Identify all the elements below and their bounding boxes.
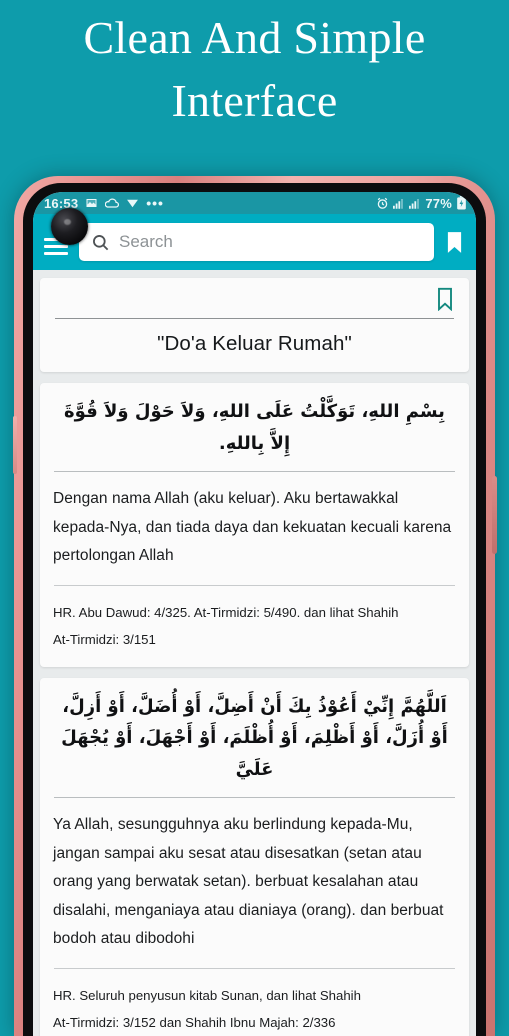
translation-text: Ya Allah, sesungguhnya aku berlindung ke… [53,816,444,948]
reference-line-2: At-Tirmidzi: 3/152 dan Shahih Ibnu Majah… [53,1014,336,1030]
app-bar: Search [33,208,476,270]
reference-line-2: At-Tirmidzi: 3/151 [53,631,156,647]
phone-screen: 16:53 ••• 77% Search "Do'a Keluar Rumah"… [33,192,476,1036]
status-bar: 16:53 ••• 77% [33,192,476,214]
doa-title-card: "Do'a Keluar Rumah" [40,278,469,372]
image-icon [85,197,98,209]
phone-bezel: 16:53 ••• 77% Search "Do'a Keluar Rumah"… [23,183,486,1036]
promo-headline-line-2: Interface [171,75,338,127]
arabic-text: بِسْمِ اللهِ، تَوَكَّلْتُ عَلَى اللهِ، و… [64,401,445,454]
front-camera-punch-hole [51,208,88,245]
search-input[interactable]: Search [79,223,434,261]
title-divider [55,318,454,319]
content-scroll-area[interactable]: "Do'a Keluar Rumah" بِسْمِ اللهِ، تَوَكَ… [33,270,476,1036]
overflow-dots-icon: ••• [146,195,164,211]
promo-headline: Clean And Simple Interface [0,6,509,133]
battery-percent-label: 77% [425,195,452,211]
alarm-icon [376,197,389,210]
reference-divider [54,967,455,969]
download-arrow-icon [126,198,139,209]
phone-device-mockup: 16:53 ••• 77% Search "Do'a Keluar Rumah"… [13,176,497,1036]
status-bar-right: 77% [376,196,467,211]
arabic-text: اَللَّهُمَّ إِنِّيْ أَعُوْذُ بِكَ أَنْ أ… [61,695,448,780]
reference-line-1: HR. Abu Dawud: 4/325. At-Tirmidzi: 5/490… [53,604,399,620]
volume-button [13,416,17,474]
doa-card: بِسْمِ اللهِ، تَوَكَّلْتُ عَلَى اللهِ، و… [40,383,469,667]
cloud-icon [105,198,120,209]
bookmark-outline-icon[interactable] [434,286,456,312]
search-icon [91,233,110,252]
power-button [492,476,497,554]
battery-charging-icon [456,196,467,210]
bookmark-icon[interactable] [443,229,465,255]
signal-bars-icon-2 [409,198,421,209]
signal-bars-icon [393,198,405,209]
card-divider [54,797,455,799]
doa-card: اَللَّهُمَّ إِنِّيْ أَعُوْذُ بِكَ أَنْ أ… [40,677,469,1036]
translation-text: Dengan nama Allah (aku keluar). Aku bert… [53,490,452,565]
promo-headline-line-1: Clean And Simple [83,12,426,63]
reference-line-1: HR. Seluruh penyusun kitab Sunan, dan li… [53,987,361,1003]
title-card-toolbar [53,286,456,312]
doa-title: "Do'a Keluar Rumah" [157,332,352,355]
reference-divider [54,584,455,586]
search-placeholder-text: Search [119,232,173,251]
card-divider [54,471,455,472]
